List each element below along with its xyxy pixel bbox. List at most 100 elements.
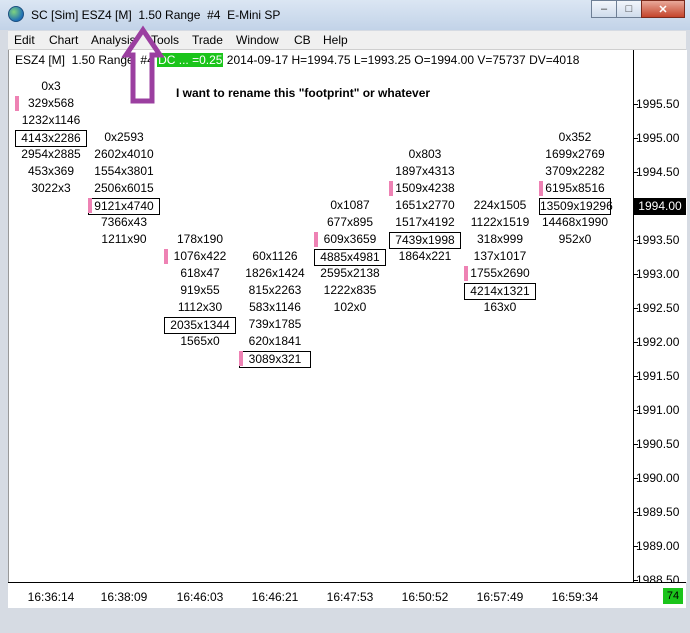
window-controls: – □ ✕ <box>591 0 685 20</box>
footprint-cell: 1565x0 <box>180 334 220 348</box>
footprint-cell: 1864x221 <box>398 249 452 263</box>
footprint-cell: 3022x3 <box>31 181 71 195</box>
menu-help[interactable]: Help <box>323 33 348 47</box>
footprint-cell: 2602x4010 <box>94 147 154 161</box>
footprint-cell: 4143x2286 <box>15 130 87 147</box>
title-bar: SC [Sim] ESZ4 [M] 1.50 Range #4 E-Mini S… <box>0 0 690 30</box>
price-tick-mark <box>634 546 638 547</box>
price-tick-label: 1995.00 <box>636 131 680 145</box>
price-tick-label: 1993.00 <box>636 267 680 281</box>
current-price-label: 1994.00 <box>634 198 686 215</box>
footprint-cell: 0x1087 <box>330 198 370 212</box>
footprint-cell: 2595x2138 <box>320 266 380 280</box>
price-tick-mark <box>634 240 638 241</box>
footprint-cell: 102x0 <box>333 300 367 314</box>
footprint-cell: 2506x6015 <box>94 181 154 195</box>
time-axis[interactable]: 16:36:14 16:38:09 16:46:03 16:46:21 16:47:53… <box>8 582 686 609</box>
menu-analysis[interactable]: Analysis <box>91 33 136 47</box>
time-tick-label: 16:50:52 <box>401 590 449 604</box>
close-button[interactable]: ✕ <box>641 0 685 18</box>
menu-edit[interactable]: Edit <box>14 33 35 47</box>
footprint-cell: 677x895 <box>326 215 374 229</box>
footprint-cell: 618x47 <box>180 266 220 280</box>
price-axis[interactable]: 1995.50 1995.00 1994.50 1994.00 1993.50 1993.… <box>633 50 687 587</box>
price-tick-label: 1991.50 <box>636 369 680 383</box>
bottom-strip <box>0 608 690 633</box>
footprint-cell: 137x1017 <box>473 249 527 263</box>
price-tick-mark <box>634 172 638 173</box>
price-tick-mark <box>634 342 638 343</box>
footprint-cell: 453x369 <box>27 164 75 178</box>
time-tick-label: 16:47:53 <box>326 590 374 604</box>
price-tick-label: 1990.50 <box>636 437 680 451</box>
footprint-cell: 1651x2770 <box>395 198 455 212</box>
footprint-cell: 1509x4238 <box>395 181 455 195</box>
restore-button[interactable]: □ <box>616 0 642 18</box>
minimize-button[interactable]: – <box>591 0 617 18</box>
footprint-cell: 1699x2769 <box>545 147 605 161</box>
footprint-cell: 1826x1424 <box>245 266 305 280</box>
volume-marker <box>539 181 543 196</box>
volume-marker <box>164 249 168 264</box>
footprint-cell: 7366x43 <box>100 215 148 229</box>
time-tick-label: 16:59:34 <box>551 590 599 604</box>
price-tick-mark <box>634 444 638 445</box>
time-tick-label: 16:36:14 <box>27 590 75 604</box>
footprint-cell: 1112x30 <box>177 300 223 314</box>
volume-marker <box>15 96 19 111</box>
price-tick-mark <box>634 580 638 581</box>
menu-cb[interactable]: CB <box>294 33 311 47</box>
time-tick-label: 16:38:09 <box>100 590 148 604</box>
footprint-cell: 4885x4981 <box>314 249 386 266</box>
chart-info-line: ESZ4 [M] 1.50 Range #4 DC ... =0.25 2014… <box>15 53 579 67</box>
footprint-cell: 2035x1344 <box>164 317 236 334</box>
footprint-cell: 163x0 <box>483 300 517 314</box>
price-tick-label: 1995.50 <box>636 97 680 111</box>
footprint-cell: 0x2593 <box>104 130 144 144</box>
footprint-cell: 739x1785 <box>248 317 302 331</box>
footprint-cell: 329x568 <box>27 96 75 110</box>
footprint-cell: 620x1841 <box>248 334 302 348</box>
footprint-cell: 3709x2282 <box>545 164 605 178</box>
footprint-cell: 1222x835 <box>323 283 377 297</box>
footprint-cell: 14468x1990 <box>541 215 609 229</box>
footprint-cell: 7439x1998 <box>389 232 461 249</box>
price-tick-mark <box>634 138 638 139</box>
footprint-cell: 1211x90 <box>101 232 147 246</box>
footprint-cell: 4214x1321 <box>464 283 536 300</box>
menu-chart[interactable]: Chart <box>49 33 78 47</box>
price-tick-label: 1992.00 <box>636 335 680 349</box>
price-tick-mark <box>634 376 638 377</box>
footprint-cell: 178x190 <box>176 232 224 246</box>
footprint-cell: 0x3 <box>41 79 61 93</box>
menu-window[interactable]: Window <box>236 33 279 47</box>
annotation-text: I want to rename this "footprint" or wha… <box>176 86 431 100</box>
footprint-cell: 609x3659 <box>323 232 377 246</box>
menu-bar: Edit Chart Analysis Tools Trade Window C… <box>8 31 686 50</box>
price-tick-mark <box>634 104 638 105</box>
footprint-cell: 1517x4192 <box>395 215 455 229</box>
menu-trade[interactable]: Trade <box>192 33 223 47</box>
footprint-cell: 6195x8516 <box>545 181 605 195</box>
footprint-cell: 3089x321 <box>239 351 311 368</box>
footprint-cell: 0x803 <box>408 147 442 161</box>
price-tick-label: 1990.00 <box>636 471 680 485</box>
footprint-cell: 1076x422 <box>173 249 227 263</box>
footprint-cell: 1122x1519 <box>470 215 530 229</box>
volume-marker <box>88 198 92 213</box>
price-tick-label: 1991.00 <box>636 403 680 417</box>
price-tick-mark <box>634 274 638 275</box>
price-tick-mark <box>634 410 638 411</box>
info-study-badge: DC ... =0.25 <box>157 53 224 67</box>
footprint-cell: 9121x4740 <box>88 198 160 215</box>
time-tick-label: 16:46:03 <box>176 590 224 604</box>
time-tick-label: 16:46:21 <box>251 590 299 604</box>
time-tick-label: 16:57:49 <box>476 590 524 604</box>
footprint-cell: 815x2263 <box>248 283 302 297</box>
footprint-cell: 318x999 <box>476 232 524 246</box>
footprint-cell: 1232x1146 <box>21 113 81 127</box>
info-symbol: ESZ4 [M] 1.50 Range #4 <box>15 53 154 67</box>
menu-tools[interactable]: Tools <box>151 33 179 47</box>
footprint-cell: 1554x3801 <box>94 164 154 178</box>
footprint-cell: 2954x2885 <box>21 147 81 161</box>
